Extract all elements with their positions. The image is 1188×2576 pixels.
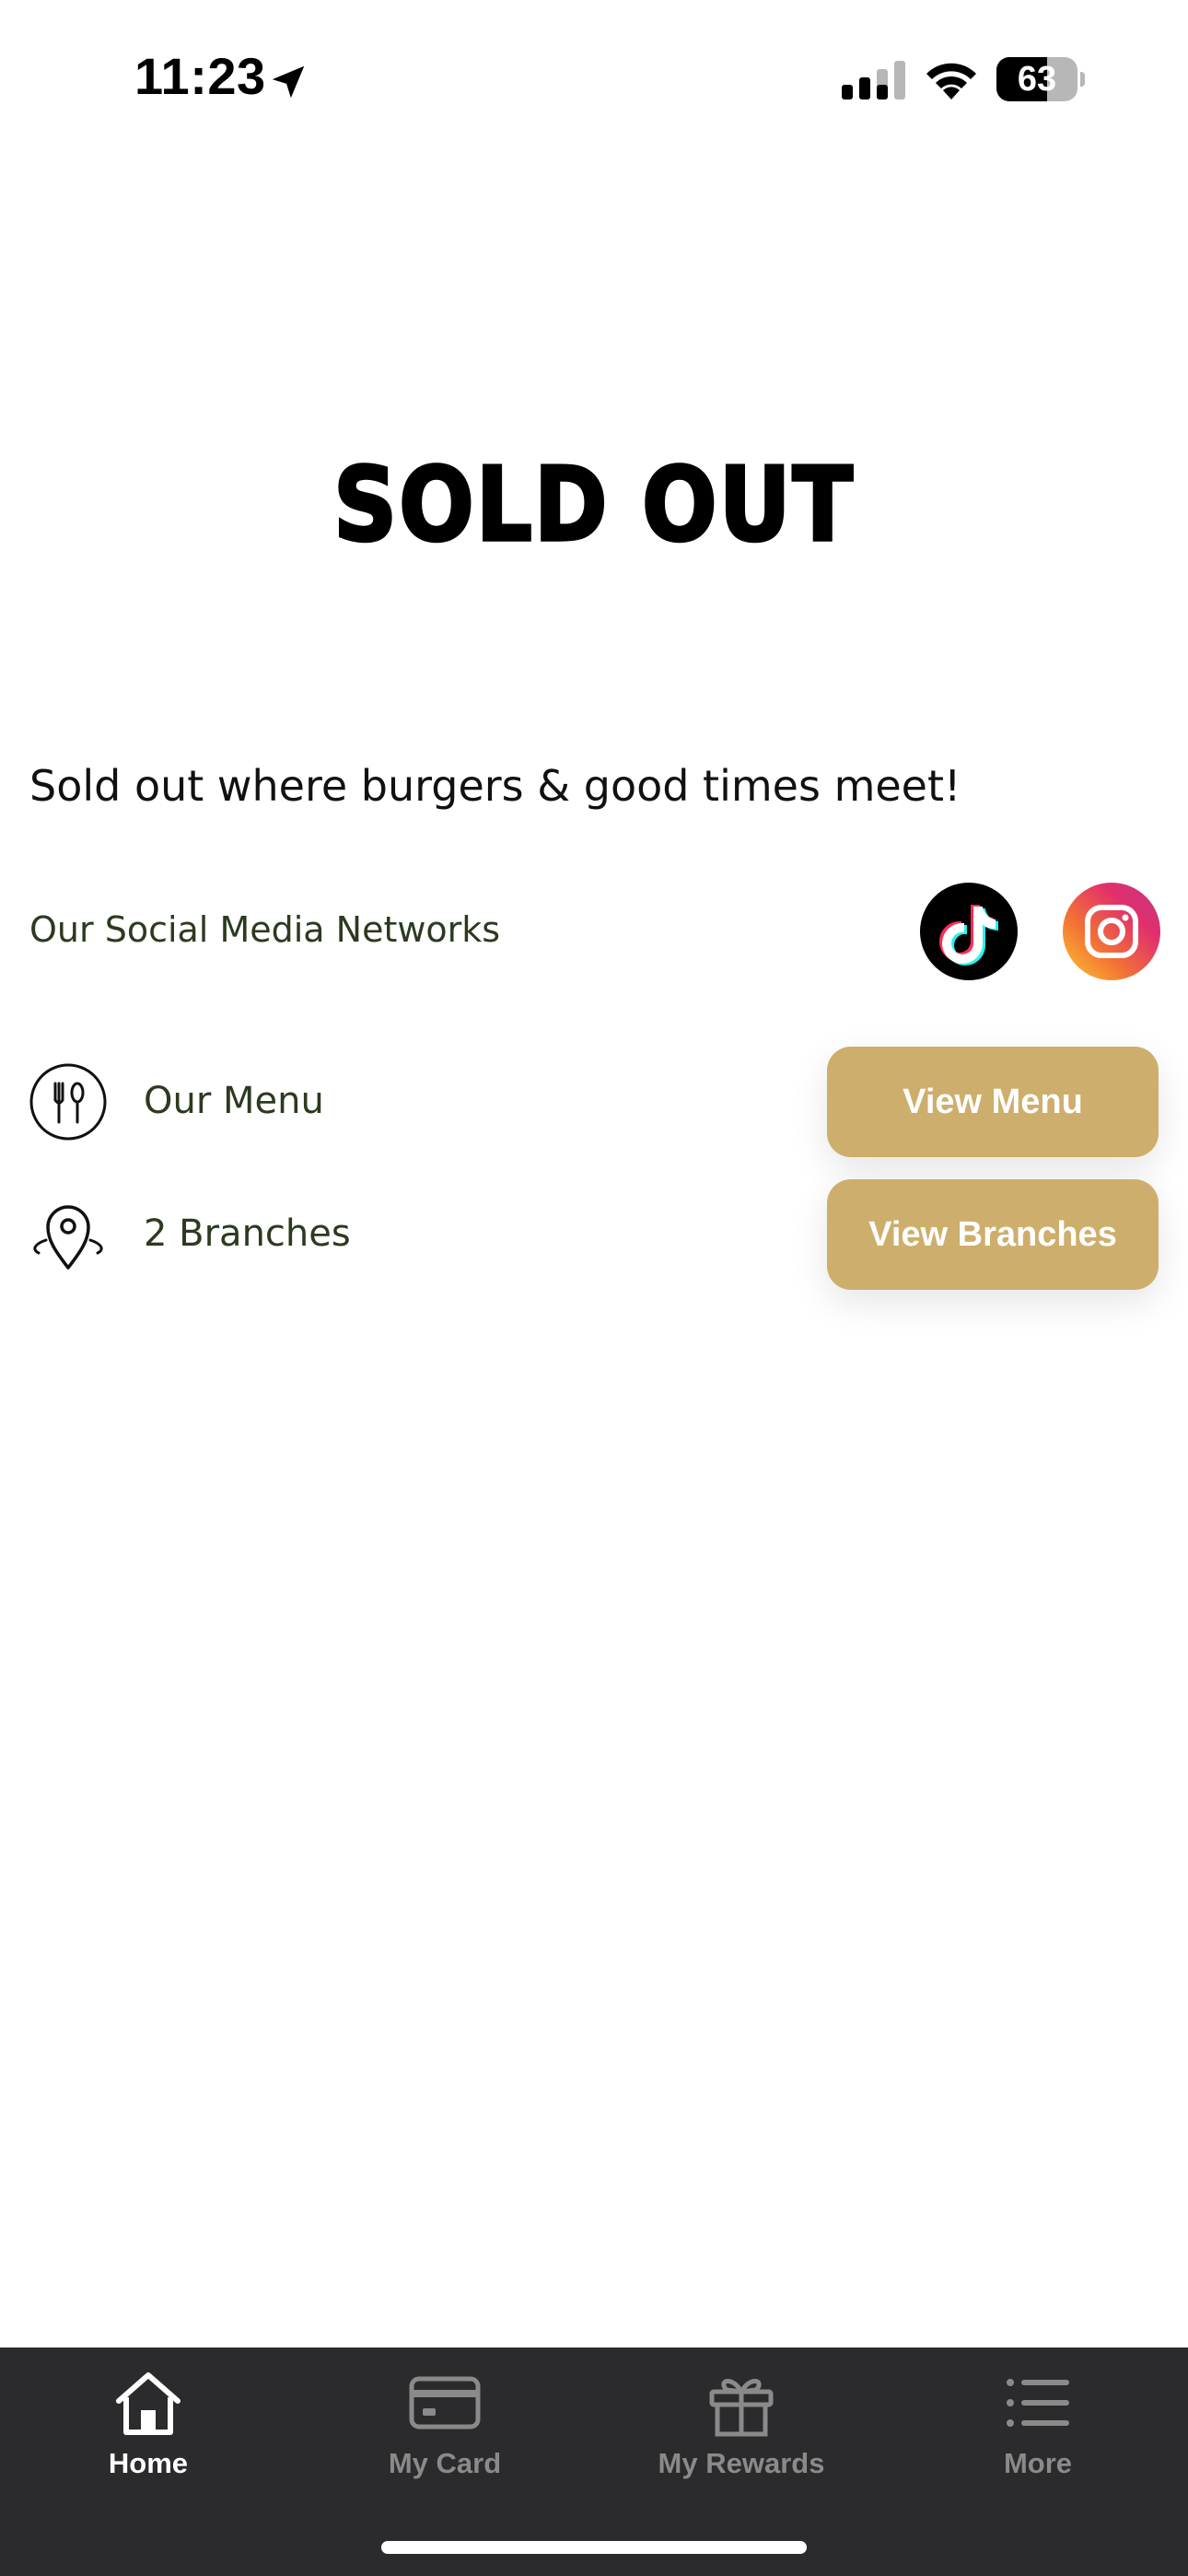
- home-indicator: [381, 2541, 807, 2554]
- home-screen: 11:23 63 SOLD OUT Sold out where burgers…: [0, 0, 1188, 2576]
- status-bar: 11:23 63: [0, 0, 1188, 157]
- battery-percent: 63: [1017, 60, 1057, 99]
- tiktok-icon[interactable]: [920, 883, 1018, 980]
- tab-more[interactable]: More: [890, 2348, 1186, 2513]
- tab-label-my-rewards: My Rewards: [658, 2447, 825, 2479]
- cellular-signal-icon: [842, 61, 905, 100]
- tab-label-home: Home: [108, 2447, 189, 2479]
- tab-label-my-card: My Card: [388, 2447, 502, 2479]
- location-pin-icon: [33, 1205, 103, 1270]
- list-icon: [1007, 2379, 1069, 2427]
- card-icon: [409, 2376, 481, 2430]
- social-networks-label: Our Social Media Networks: [29, 909, 501, 950]
- menu-label: Our Menu: [144, 1080, 324, 1122]
- battery-indicator: 63: [996, 57, 1085, 101]
- tagline: Sold out where burgers & good times meet…: [29, 761, 961, 811]
- view-menu-button[interactable]: View Menu: [827, 1047, 1159, 1157]
- cutlery-icon: [29, 1063, 107, 1141]
- tab-home[interactable]: Home: [0, 2348, 297, 2513]
- view-branches-button[interactable]: View Branches: [827, 1179, 1159, 1290]
- status-time: 11:23: [134, 47, 266, 105]
- home-icon: [116, 2372, 181, 2435]
- tab-label-more: More: [1003, 2447, 1073, 2479]
- tab-my-rewards[interactable]: My Rewards: [593, 2348, 890, 2513]
- gift-icon: [709, 2379, 774, 2437]
- wifi-icon: [926, 63, 976, 100]
- location-arrow-icon: [272, 65, 305, 99]
- brand-logo: SOLD OUT: [332, 444, 856, 566]
- tab-my-card[interactable]: My Card: [297, 2348, 593, 2513]
- branches-label: 2 Branches: [144, 1212, 351, 1255]
- instagram-icon[interactable]: [1063, 883, 1160, 980]
